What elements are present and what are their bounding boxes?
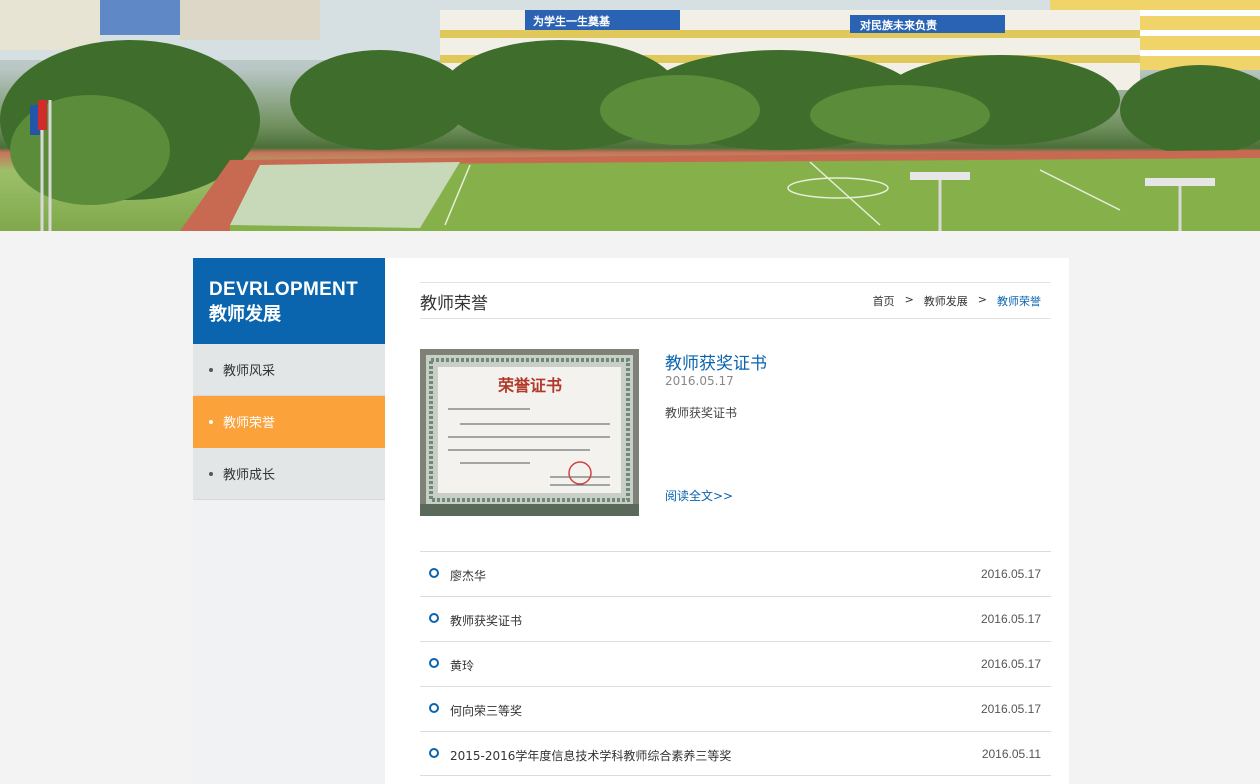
breadcrumb-current: 教师荣誉: [997, 295, 1041, 308]
list-item-title: 黄玲: [450, 659, 475, 673]
read-more-link[interactable]: 阅读全文>>: [665, 487, 733, 504]
breadcrumb: 首页 > 教师发展 > 教师荣誉: [873, 293, 1041, 309]
list-item-date: 2016.05.17: [980, 612, 1041, 626]
page-title: 教师荣誉: [420, 294, 488, 314]
list-item[interactable]: 廖杰华 2016.05.17: [420, 551, 1051, 596]
sidebar-heading: DEVRLOPMENT 教师发展: [193, 258, 385, 344]
campus-photo: 为学生一生奠基 对民族未来负责: [0, 0, 1260, 231]
main-content: 教师荣誉 首页 > 教师发展 > 教师荣誉 荣誉证书 教师获奖证书 2016.0…: [385, 258, 1069, 784]
campus-banner: 为学生一生奠基 对民族未来负责: [0, 0, 1260, 231]
circle-bullet-icon: [429, 748, 439, 758]
list-item-date: 2016.05.11: [981, 747, 1041, 761]
feature-title[interactable]: 教师获奖证书: [665, 349, 767, 374]
breadcrumb-section[interactable]: 教师发展: [924, 293, 968, 309]
bullet-icon: [209, 419, 213, 424]
list-item-title: 2015-2016学年度信息技术学科教师综合素养三等奖: [450, 749, 732, 763]
sidebar-item-style[interactable]: 教师风采: [193, 344, 385, 396]
circle-bullet-icon: [429, 613, 439, 623]
circle-bullet-icon: [429, 658, 439, 668]
list-item[interactable]: 何向荣三等奖 2016.05.17: [420, 686, 1051, 731]
list-item[interactable]: 2015-2016学年度信息技术学科教师综合素养三等奖 2016.05.11: [420, 731, 1051, 776]
feature-date: 2016.05.17: [665, 374, 734, 388]
breadcrumb-separator: >: [904, 293, 914, 306]
list-item-title: 廖杰华: [450, 569, 487, 583]
list-item-title: 教师获奖证书: [450, 614, 523, 628]
banner-sign-left: 为学生一生奠基: [533, 14, 611, 28]
list-item-title: 何向荣三等奖: [450, 704, 523, 718]
sidebar-item-growth[interactable]: 教师成长: [193, 448, 385, 500]
sidebar-item-label: 教师风采: [223, 364, 276, 379]
circle-bullet-icon: [429, 703, 439, 713]
breadcrumb-separator: >: [977, 293, 987, 306]
title-bar: 教师荣誉 首页 > 教师发展 > 教师荣誉: [420, 282, 1051, 319]
feature-thumbnail[interactable]: 荣誉证书: [420, 349, 639, 516]
bullet-icon: [209, 367, 213, 372]
certificate-heading: 荣誉证书: [497, 376, 562, 395]
sidebar-heading-cn: 教师发展: [209, 304, 281, 325]
certificate-image: 荣誉证书: [420, 349, 639, 516]
sidebar-item-label: 教师成长: [223, 468, 276, 483]
sidebar: DEVRLOPMENT 教师发展 教师风采 教师荣誉 教师成长: [193, 258, 385, 784]
breadcrumb-home[interactable]: 首页: [873, 293, 895, 309]
sidebar-item-label: 教师荣誉: [223, 416, 276, 431]
list-item-date: 2016.05.17: [980, 702, 1041, 716]
list-item-date: 2016.05.17: [980, 657, 1041, 671]
banner-sign-right: 对民族未来负责: [860, 18, 937, 32]
list-item[interactable]: 教师获奖证书 2016.05.17: [420, 596, 1051, 641]
sidebar-heading-en: DEVRLOPMENT: [209, 279, 358, 300]
bullet-icon: [209, 471, 213, 476]
circle-bullet-icon: [429, 568, 439, 578]
sidebar-item-honors[interactable]: 教师荣誉: [193, 396, 385, 448]
article-list: 廖杰华 2016.05.17 教师获奖证书 2016.05.17 黄玲 2016…: [420, 551, 1051, 776]
list-item[interactable]: 黄玲 2016.05.17: [420, 641, 1051, 686]
list-item-date: 2016.05.17: [980, 567, 1041, 581]
feature-description: 教师获奖证书: [665, 406, 738, 420]
